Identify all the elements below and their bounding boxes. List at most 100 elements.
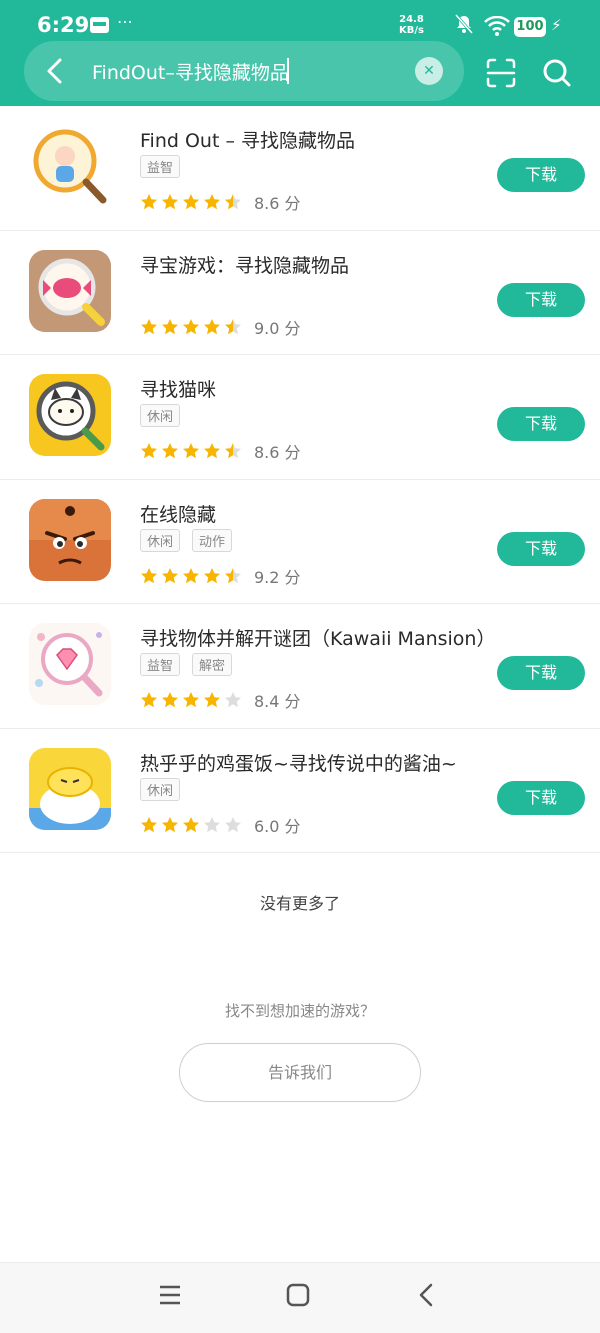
star-half-icon <box>225 318 241 334</box>
star-full-icon <box>162 443 178 459</box>
star-full-icon <box>183 194 199 210</box>
app-row[interactable]: Find Out – 寻找隐藏物品 益智 8.6 分 下载 <box>0 106 600 231</box>
clear-icon[interactable]: ✕ <box>415 57 443 85</box>
app-tag: 益智 <box>140 653 181 676</box>
app-rating: 8.4 分 <box>140 688 301 712</box>
app-icon-find-out <box>29 125 111 207</box>
star-full-icon <box>141 692 157 708</box>
no-more-text: 没有更多了 <box>259 894 340 913</box>
network-speed: 24.8 KB/s <box>399 14 424 36</box>
download-button[interactable]: 下载 <box>497 780 585 815</box>
app-tags: 益智 解密 <box>140 653 233 676</box>
app-name: 寻找物体并解开谜团（Kawaii Mansion） <box>140 628 496 650</box>
star-full-icon <box>204 443 220 459</box>
app-score: 8.6 分 <box>254 443 301 462</box>
network-speed-value: 24.8 <box>399 14 424 25</box>
app-icon-kawaii-mansion <box>29 623 111 705</box>
app-name: 在线隐藏 <box>140 503 217 526</box>
tell-us-button[interactable]: 告诉我们 <box>179 1043 421 1102</box>
star-empty-icon <box>225 692 241 708</box>
app-icon-treasure-hunt <box>29 249 111 332</box>
app-row[interactable]: 寻找物体并解开谜团（Kawaii Mansion） 益智 解密 8.4 分 下载 <box>0 604 600 729</box>
wifi-icon <box>484 16 510 36</box>
app-row[interactable]: 在线隐藏 休闲 动作 9.2 分 下载 <box>0 480 600 604</box>
search-input[interactable] <box>92 56 402 86</box>
battery-level: 100 <box>514 17 546 37</box>
app-row[interactable]: 寻宝游戏：寻找隐藏物品 9.0 分 下载 <box>0 231 600 355</box>
menu-icon[interactable] <box>158 1283 182 1307</box>
star-full-icon <box>183 443 199 459</box>
app-score: 8.4 分 <box>254 692 301 711</box>
app-row[interactable]: 寻找猫咪 休闲 8.6 分 下载 <box>0 355 600 480</box>
app-rating: 9.2 分 <box>140 564 301 588</box>
app-tags: 休闲 动作 <box>140 528 233 552</box>
app-score: 9.0 分 <box>254 318 301 338</box>
star-full-icon <box>204 318 220 334</box>
app-tag: 休闲 <box>140 777 181 801</box>
nav-back-icon[interactable] <box>414 1283 438 1307</box>
app-icon-egg-rice <box>29 747 111 830</box>
star-full-icon <box>162 692 178 708</box>
star-half-icon <box>225 194 241 210</box>
star-full-icon <box>162 816 178 832</box>
star-full-icon <box>183 318 199 334</box>
app-rating: 8.6 分 <box>140 190 301 214</box>
more-notifications-icon: ⋯ <box>117 12 133 31</box>
app-icon-find-cat <box>29 374 111 456</box>
star-full-icon <box>162 567 178 583</box>
search-icon[interactable] <box>541 57 573 89</box>
star-full-icon <box>183 692 199 708</box>
app-score: 9.2 分 <box>254 567 301 587</box>
app-list: Find Out – 寻找隐藏物品 益智 8.6 分 下载 寻宝游戏：寻找隐藏物… <box>0 106 600 853</box>
star-full-icon <box>183 567 199 583</box>
status-bar: 6:29 ⋯ 24.8 KB/s 100 ⚡ <box>0 0 600 44</box>
star-full-icon <box>141 194 157 210</box>
home-icon[interactable] <box>286 1283 310 1307</box>
download-button[interactable]: 下载 <box>497 531 585 566</box>
app-name: 寻找猫咪 <box>140 379 217 401</box>
download-button[interactable]: 下载 <box>497 407 585 441</box>
app-name: Find Out – 寻找隐藏物品 <box>140 130 355 152</box>
star-empty-icon <box>204 816 220 832</box>
back-arrow-icon[interactable] <box>40 55 72 87</box>
star-half-icon <box>225 443 241 459</box>
star-full-icon <box>141 318 157 334</box>
star-full-icon <box>141 443 157 459</box>
star-full-icon <box>141 567 157 583</box>
star-half-icon <box>225 567 241 583</box>
app-tag: 休闲 <box>140 404 181 427</box>
download-button[interactable]: 下载 <box>497 158 585 192</box>
scan-icon[interactable] <box>485 57 517 89</box>
notification-app-icon <box>90 17 109 33</box>
star-empty-icon <box>225 816 241 832</box>
star-full-icon <box>204 692 220 708</box>
star-full-icon <box>204 567 220 583</box>
text-cursor <box>287 58 289 84</box>
app-tags: 休闲 <box>140 777 181 801</box>
star-full-icon <box>204 194 220 210</box>
star-full-icon <box>162 318 178 334</box>
download-button[interactable]: 下载 <box>497 656 585 690</box>
app-rating: 6.0 分 <box>140 813 301 837</box>
app-tag: 益智 <box>140 155 181 178</box>
charging-icon: ⚡ <box>551 16 562 34</box>
app-row[interactable]: 热乎乎的鸡蛋饭~寻找传说中的酱油~ 休闲 6.0 分 下载 <box>0 729 600 853</box>
app-score: 8.6 分 <box>254 194 301 213</box>
app-rating: 8.6 分 <box>140 439 301 463</box>
app-tags: 休闲 <box>140 404 181 427</box>
not-found-text: 找不到想加速的游戏？ <box>224 1002 375 1020</box>
app-tag: 解密 <box>192 653 233 676</box>
app-tag: 休闲 <box>140 528 181 552</box>
status-time: 6:29 <box>37 13 90 37</box>
app-name: 热乎乎的鸡蛋饭~寻找传说中的酱油~ <box>140 752 457 775</box>
app-rating: 9.0 分 <box>140 315 301 339</box>
app-score: 6.0 分 <box>254 816 301 836</box>
app-tags: 益智 <box>140 155 181 178</box>
download-button[interactable]: 下载 <box>497 282 585 317</box>
app-tag: 动作 <box>192 528 233 552</box>
app-name: 寻宝游戏：寻找隐藏物品 <box>140 254 350 277</box>
star-full-icon <box>162 194 178 210</box>
app-icon-online-hide <box>29 498 111 581</box>
star-full-icon <box>183 816 199 832</box>
network-speed-unit: KB/s <box>399 25 424 36</box>
